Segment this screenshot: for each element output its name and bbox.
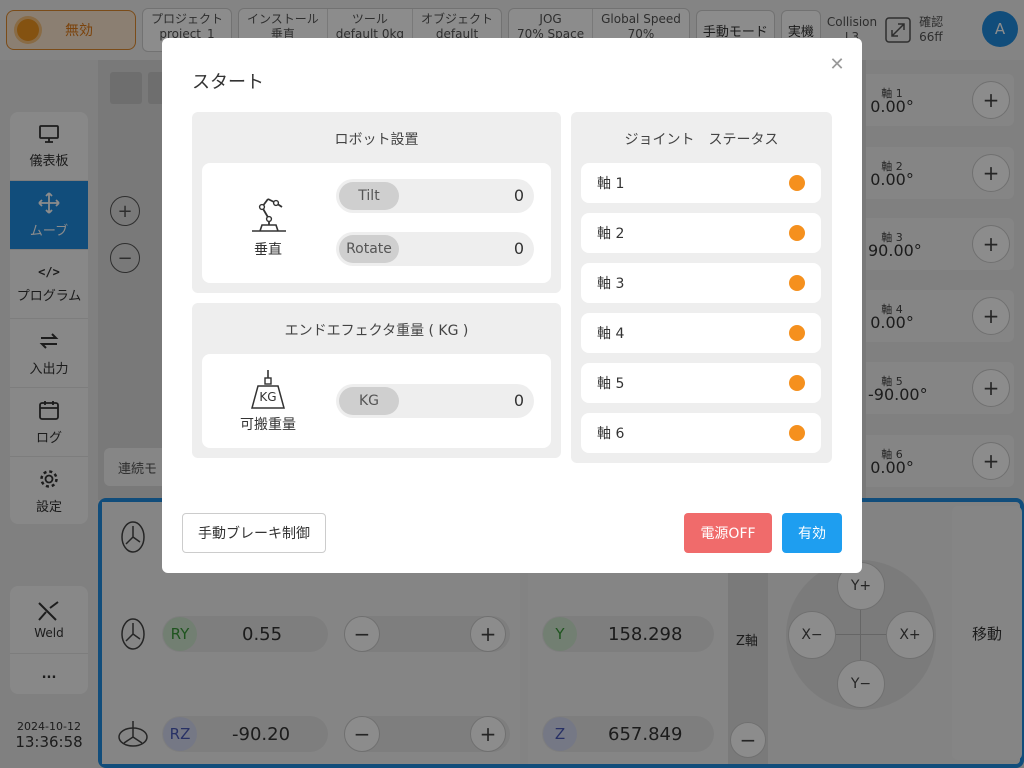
rotate-tag: Rotate: [339, 235, 399, 263]
tilt-tag: Tilt: [339, 182, 399, 210]
payload-label: 可搬重量: [240, 417, 296, 433]
joint-label: 軸 5: [597, 376, 625, 392]
joint-status-dot: [789, 225, 805, 241]
joint-label: 軸 2: [597, 226, 625, 242]
joint-status-row: 軸 6: [581, 413, 821, 453]
weight-icon: KG: [250, 370, 286, 410]
enable-button[interactable]: 有効: [782, 513, 842, 553]
payload-title: エンドエフェクタ重量 ( KG ): [284, 323, 469, 339]
close-icon[interactable]: ✕: [828, 56, 846, 74]
joint-label: 軸 1: [597, 176, 625, 192]
rotate-value: 0: [513, 239, 524, 258]
robot-arm-icon: [248, 193, 290, 239]
joint-status-row: 軸 3: [581, 263, 821, 303]
payload-card: エンドエフェクタ重量 ( KG ) KG 可搬重量 KG 0: [192, 303, 561, 458]
tilt-value: 0: [513, 186, 524, 205]
kg-tag: KG: [339, 387, 399, 415]
power-off-button[interactable]: 電源OFF: [684, 513, 772, 553]
joint-status-dot: [789, 425, 805, 441]
joint-status-row: 軸 2: [581, 213, 821, 253]
kg-value: 0: [513, 391, 524, 410]
start-dialog: スタート ✕ ロボット設置 垂直 Tilt 0 Rotate 0 エンドエフェク…: [162, 38, 862, 573]
joint-status-title: ジョイント ステータス: [624, 132, 779, 148]
robot-setup-card: ロボット設置 垂直 Tilt 0 Rotate 0: [192, 112, 561, 293]
joint-status-dot: [789, 325, 805, 341]
weight-icon-text: KG: [259, 390, 277, 404]
robot-setup-title: ロボット設置: [334, 132, 419, 148]
robot-setup-inner: 垂直 Tilt 0 Rotate 0: [202, 163, 551, 283]
joint-label: 軸 6: [597, 426, 625, 442]
joint-label: 軸 3: [597, 276, 625, 292]
payload-inner: KG 可搬重量 KG 0: [202, 354, 551, 448]
mount-label: 垂直: [254, 242, 282, 258]
joint-status-card: ジョイント ステータス 軸 1 軸 2 軸 3 軸 4 軸 5 軸 6: [571, 112, 832, 463]
kg-field[interactable]: KG 0: [336, 384, 534, 418]
joint-status-dot: [789, 275, 805, 291]
joint-status-row: 軸 5: [581, 363, 821, 403]
joint-label: 軸 4: [597, 326, 625, 342]
rotate-field[interactable]: Rotate 0: [336, 232, 534, 266]
joint-status-row: 軸 1: [581, 163, 821, 203]
tilt-field[interactable]: Tilt 0: [336, 179, 534, 213]
joint-status-dot: [789, 375, 805, 391]
joint-status-row: 軸 4: [581, 313, 821, 353]
joint-status-dot: [789, 175, 805, 191]
manual-brake-button[interactable]: 手動ブレーキ制御: [182, 513, 326, 553]
dialog-title: スタート: [192, 72, 264, 93]
